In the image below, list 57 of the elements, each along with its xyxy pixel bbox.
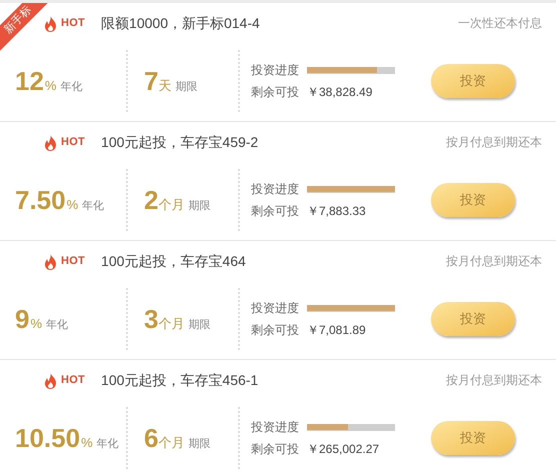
repayment-method: 按月付息到期还本 xyxy=(446,253,542,270)
term-unit: 个月 xyxy=(158,196,184,214)
term-value: 3 xyxy=(144,302,158,336)
ribbon-label: 新手标 xyxy=(2,4,34,36)
flame-icon xyxy=(44,134,57,150)
remaining-label: 剩余可投 xyxy=(251,322,299,339)
invest-button[interactable]: 投资 xyxy=(431,183,515,217)
hot-label: HOT xyxy=(61,134,86,150)
rate-value: 7.50 xyxy=(15,184,66,216)
flame-icon xyxy=(44,252,57,270)
flame-icon xyxy=(44,14,57,32)
progress-label: 投资进度 xyxy=(251,62,299,79)
progress-label: 投资进度 xyxy=(251,419,299,436)
term-value: 2 xyxy=(144,184,158,216)
product-title: 100元起投，车存宝464 xyxy=(101,252,246,270)
rate-label: 年化 xyxy=(60,80,82,94)
term-unit: 个月 xyxy=(158,434,184,452)
rate-label: 年化 xyxy=(96,436,119,452)
rate-value: 9 xyxy=(15,302,30,336)
hot-label: HOT xyxy=(61,254,86,269)
rate-label: 年化 xyxy=(82,198,104,214)
term-value: 7 xyxy=(144,64,158,98)
progress-label: 投资进度 xyxy=(251,300,299,317)
rate-unit: % xyxy=(30,314,42,332)
remaining-label: 剩余可投 xyxy=(251,203,299,220)
term-label: 期限 xyxy=(188,436,210,452)
hot-label: HOT xyxy=(61,372,86,388)
term-label: 期限 xyxy=(188,318,210,332)
rate-value: 10.50 xyxy=(15,422,80,454)
repayment-method: 按月付息到期还本 xyxy=(446,372,542,389)
progress-label: 投资进度 xyxy=(251,181,299,198)
product-title: 100元起投，车存宝459-2 xyxy=(101,132,258,152)
term-unit: 个月 xyxy=(158,314,184,332)
rate-unit: % xyxy=(66,196,78,214)
invest-button[interactable]: 投资 xyxy=(431,302,515,336)
remaining-amount: ￥265,002.27 xyxy=(307,441,380,458)
remaining-amount: ￥7,883.33 xyxy=(307,203,366,220)
term-label: 期限 xyxy=(188,198,210,214)
term-unit: 天 xyxy=(158,76,172,94)
repayment-method: 一次性还本付息 xyxy=(458,15,542,32)
rate-value: 12 xyxy=(15,64,44,98)
product-title: 100元起投，车存宝456-1 xyxy=(101,370,258,390)
term-label: 期限 xyxy=(175,80,198,94)
remaining-label: 剩余可投 xyxy=(251,84,299,101)
term-value: 6 xyxy=(144,422,158,454)
remaining-amount: ￥38,828.49 xyxy=(307,84,372,101)
remaining-label: 剩余可投 xyxy=(251,441,299,458)
invest-button[interactable]: 投资 xyxy=(431,64,515,98)
remaining-amount: ￥7,081.89 xyxy=(307,322,366,339)
repayment-method: 按月付息到期还本 xyxy=(446,134,542,151)
rate-unit: % xyxy=(44,76,56,94)
hot-label: HOT xyxy=(61,16,86,31)
rate-label: 年化 xyxy=(46,318,68,332)
invest-button[interactable]: 投资 xyxy=(431,421,515,455)
rate-unit: % xyxy=(81,434,93,452)
flame-icon xyxy=(44,372,57,388)
product-title: 限额10000，新手标014-4 xyxy=(101,14,260,32)
